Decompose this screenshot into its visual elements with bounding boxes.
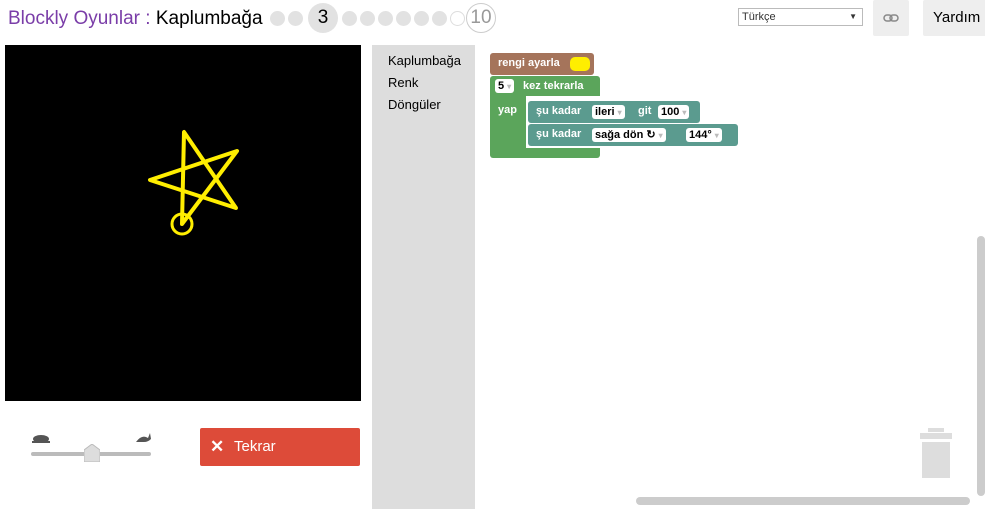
chevron-down-icon: ▾ <box>682 108 687 117</box>
toolbox: Kaplumbağa Renk Döngüler <box>372 45 475 509</box>
set-colour-block[interactable]: rengi ayarla <box>490 53 594 75</box>
move-label: git <box>638 105 652 117</box>
turn-angle-field[interactable]: 144° ▾ <box>686 128 722 142</box>
speed-slider-handle[interactable] <box>84 444 100 462</box>
language-value: Türkçe <box>742 11 776 23</box>
repeat-count-field[interactable]: 5 ▾ <box>495 79 515 93</box>
app-name-link[interactable]: Blockly Oyunlar <box>8 8 140 29</box>
game-name: Kaplumbağa <box>155 8 263 29</box>
level-dot-5[interactable] <box>360 11 375 26</box>
chevron-down-icon: ▼ <box>849 12 857 21</box>
move-amount-value: 100 <box>661 106 680 118</box>
help-button[interactable]: Yardım <box>923 0 985 36</box>
level-dot-6[interactable] <box>378 11 393 26</box>
turtle-canvas <box>5 45 361 401</box>
toolbox-category-loops[interactable]: Döngüler <box>388 97 441 113</box>
workspace-vertical-scrollbar[interactable] <box>977 236 985 496</box>
workspace-horizontal-scrollbar[interactable] <box>636 497 970 505</box>
fast-rabbit-icon <box>136 433 151 442</box>
star-path <box>148 130 239 226</box>
level-dot-7[interactable] <box>396 11 411 26</box>
language-select[interactable]: Türkçe ▼ <box>738 8 863 26</box>
move-prefix: şu kadar <box>536 105 582 117</box>
chevron-down-icon: ▾ <box>617 108 622 117</box>
reset-label: Tekrar <box>234 438 276 455</box>
slow-turtle-icon <box>32 435 50 443</box>
repeat-count-value: 5 <box>498 80 505 92</box>
page-title: Blockly Oyunlar : Kaplumbağa <box>8 6 263 32</box>
turtle-drawing <box>148 130 239 236</box>
chevron-down-icon: ▾ <box>714 131 719 140</box>
repeat-label: kez tekrarla <box>523 80 584 92</box>
toolbox-category-turtle[interactable]: Kaplumbağa <box>388 53 461 69</box>
move-direction-value: ileri <box>595 106 615 118</box>
move-forward-block[interactable]: şu kadar ileri ▾ git 100 ▾ <box>528 101 700 123</box>
reset-button[interactable]: ✕ Tekrar <box>200 428 360 466</box>
level-dot-1[interactable] <box>270 11 285 26</box>
level-dot-empty[interactable] <box>450 11 465 26</box>
chevron-down-icon: ▾ <box>507 82 512 91</box>
link-icon <box>883 14 899 22</box>
move-amount-field[interactable]: 100 ▾ <box>658 105 690 119</box>
trash-icon[interactable] <box>918 428 954 480</box>
toolbox-category-colour[interactable]: Renk <box>388 75 418 91</box>
move-direction-dropdown[interactable]: ileri ▾ <box>592 105 625 119</box>
turn-block[interactable]: şu kadar sağa dön ↻ ▾ 144° ▾ <box>528 124 738 146</box>
level-dot-9[interactable] <box>432 11 447 26</box>
set-colour-label: rengi ayarla <box>498 57 560 69</box>
level-last[interactable]: 10 <box>466 3 496 33</box>
do-label: yap <box>498 104 517 116</box>
turn-direction-value: sağa dön ↻ <box>595 129 656 141</box>
colour-swatch[interactable] <box>570 57 590 71</box>
close-icon: ✕ <box>210 437 225 456</box>
chevron-down-icon: ▾ <box>658 131 663 140</box>
turn-direction-dropdown[interactable]: sağa dön ↻ ▾ <box>592 128 666 142</box>
level-current[interactable]: 3 <box>308 3 338 33</box>
turn-angle-value: 144° <box>689 129 712 141</box>
title-separator: : <box>140 8 156 29</box>
blocks-workspace[interactable]: rengi ayarla 5 ▾ kez tekrarla yap şu kada… <box>475 45 985 509</box>
level-dot-8[interactable] <box>414 11 429 26</box>
level-dot-2[interactable] <box>288 11 303 26</box>
link-button[interactable] <box>873 0 909 36</box>
level-dot-4[interactable] <box>342 11 357 26</box>
turn-prefix: şu kadar <box>536 128 582 140</box>
